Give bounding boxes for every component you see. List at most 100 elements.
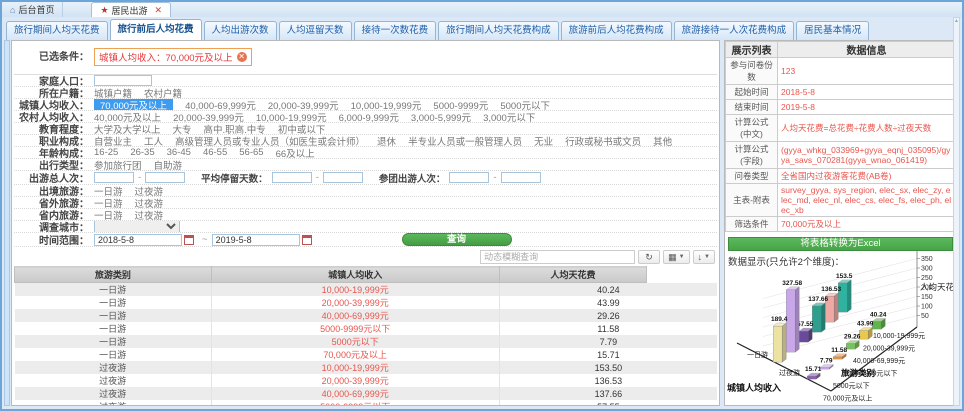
date-from-input[interactable] [94,234,182,246]
table-header-cell[interactable]: 旅游类别 [15,267,212,283]
filter-label: 省内旅游： [14,209,94,221]
filter-and-table-panel: 已选条件： 城镇人均收入：70,000元及以上 ✕ 家庭人口：所在户籍：城镇户籍… [11,40,720,406]
collapsed-sidebar[interactable] [4,40,10,406]
table-header-cell[interactable]: 人均天花费 [499,267,647,283]
columns-button[interactable]: ▦ ▼ [663,250,689,264]
income-range-cell: 70,000元及以上 [211,348,499,361]
table-row[interactable]: 一日游20,000-39,999元43.99 [15,296,718,309]
filter-option[interactable]: 56-65 [239,147,263,158]
filter-option[interactable]: 城镇户籍 [94,87,132,99]
table-row[interactable]: 一日游40,000-69,999元29.26 [15,309,718,322]
survey-city-select[interactable] [94,221,180,233]
family-size-input[interactable] [94,75,152,86]
tab-backend-home[interactable]: ⌂ 后台首页 [2,2,63,17]
tab-report-0[interactable]: 旅行期间人均天花费 [6,21,108,40]
refresh-button[interactable]: ↻ [638,250,660,264]
tab-report-4[interactable]: 接待一次数花费 [354,21,437,40]
filter-option[interactable]: 5000元以下 [500,99,550,111]
vertical-scrollbar[interactable]: ▲ [953,17,960,406]
remove-condition-icon[interactable]: ✕ [237,52,247,62]
svg-text:327.58: 327.58 [782,280,802,287]
filter-option[interactable]: 工人 [144,135,163,147]
range-min-input[interactable] [272,172,312,183]
filter-option[interactable]: 农村户籍 [144,87,182,99]
range-min-input[interactable] [449,172,489,183]
filter-option[interactable]: 一日游 [94,197,123,209]
range-max-input[interactable] [501,172,541,183]
filter-option[interactable]: 自营业主 [94,135,132,147]
filter-option[interactable]: 半专业人员或一般管理人员 [408,135,522,147]
date-to-input[interactable] [212,234,300,246]
filter-label: 教育程度： [14,123,94,135]
range-min-input[interactable] [94,172,134,183]
filter-option[interactable]: 10,000-19,999元 [256,111,327,123]
table-row[interactable]: 一日游5000元以下7.79 [15,335,718,348]
filter-option[interactable]: 自助游 [154,159,183,171]
filter-option[interactable]: 过夜游 [135,209,164,221]
table-row[interactable]: 过夜游20,000-39,999元136.53 [15,374,718,387]
filter-option[interactable]: 26-35 [130,147,154,158]
filter-option[interactable]: 大学及大学以上 [94,123,161,135]
export-button[interactable]: ↓ ▼ [693,250,715,264]
filter-option[interactable]: 10,000-19,999元 [351,99,422,111]
fuzzy-search-input[interactable] [480,250,635,264]
info-row: 主表-附表survey_gyya, sys_region, elec_sx, e… [726,184,956,217]
filter-option[interactable]: 退休 [377,135,396,147]
tab-report-2[interactable]: 人均出游次数 [204,21,277,40]
filter-option[interactable]: 36-45 [167,147,191,158]
calendar-icon[interactable] [184,235,194,245]
tab-report-1[interactable]: 旅行前后人均花费 [110,19,202,40]
table-row[interactable]: 一日游5000-9999元以下11.58 [15,322,718,335]
tab-report-3[interactable]: 人均逗留天数 [279,21,352,40]
info-col2-header: 数据信息 [778,42,956,58]
table-row[interactable]: 一日游10,000-19,999元40.24 [15,283,718,297]
tab-report-6[interactable]: 旅游前后人均花费构成 [561,21,672,40]
table-row[interactable]: 一日游70,000元及以上15.71 [15,348,718,361]
range-max-input[interactable] [323,172,363,183]
range-max-input[interactable] [145,172,185,183]
table-row[interactable]: 过夜游10,000-19,999元153.50 [15,361,718,374]
filter-option[interactable]: 大专 [173,123,192,135]
table-row[interactable]: 过夜游40,000-69,999元137.66 [15,387,718,400]
filter-option[interactable]: 高中.职高.中专 [204,123,266,135]
filter-option[interactable]: 40,000-69,999元 [185,99,256,111]
filter-label: 家庭人口： [14,75,94,87]
filter-option[interactable]: 20,000-39,999元 [268,99,339,111]
filter-option[interactable]: 40,000元及以上 [94,111,161,123]
info-row: 计算公式(中文)人均天花费=总花费÷花费人数÷过夜天数 [726,115,956,142]
filter-option[interactable]: 无业 [534,135,553,147]
filter-option[interactable]: 一日游 [94,209,123,221]
spend-value-cell: 40.24 [499,283,717,297]
filter-option[interactable]: 3,000-5,999元 [411,111,471,123]
info-key-cell: 问卷类型 [726,169,778,184]
query-button[interactable]: 查询 [402,233,512,246]
tab-report-8[interactable]: 居民基本情况 [796,21,869,40]
filter-option[interactable]: 其他 [653,135,672,147]
filter-option[interactable]: 参加旅行团 [94,159,142,171]
filter-label: 出行类型： [14,159,94,171]
filter-option[interactable]: 高级管理人员或专业人员（如医生或会计师） [175,135,365,147]
filter-option[interactable]: 一日游 [94,185,123,197]
filter-option[interactable]: 6,000-9,999元 [339,111,399,123]
table-row[interactable]: 过夜游5000-9999元以下57.55 [15,400,718,406]
svg-text:150: 150 [921,294,933,301]
filter-option[interactable]: 初中或以下 [278,123,326,135]
svg-text:137.66: 137.66 [808,296,828,303]
tab-report-7[interactable]: 旅游接待一人次花费构成 [674,21,795,40]
filter-option[interactable]: 5000-9999元 [433,99,488,111]
tab-resident-travel[interactable]: ★ 居民出游 ✕ [91,2,171,17]
filter-option[interactable]: 46-55 [203,147,227,158]
chart-area: 50100150200250300350人均天花费10,000-19,999元2… [725,268,956,405]
filter-option[interactable]: 70,000元及以上 [94,99,173,111]
close-tab-icon[interactable]: ✕ [155,5,163,16]
filter-option[interactable]: 66及以上 [276,147,315,159]
filter-option[interactable]: 过夜游 [135,185,164,197]
filter-option[interactable]: 16-25 [94,147,118,158]
table-header-cell[interactable]: 城镇人均收入 [211,267,499,283]
filter-option[interactable]: 过夜游 [135,197,164,209]
filter-option[interactable]: 20,000-39,999元 [173,111,244,123]
tab-report-5[interactable]: 旅行期间人均天花费构成 [438,21,559,40]
filter-option[interactable]: 3,000元以下 [483,111,535,123]
calendar-icon[interactable] [302,235,312,245]
filter-option[interactable]: 行政或秘书或文员 [565,135,641,147]
